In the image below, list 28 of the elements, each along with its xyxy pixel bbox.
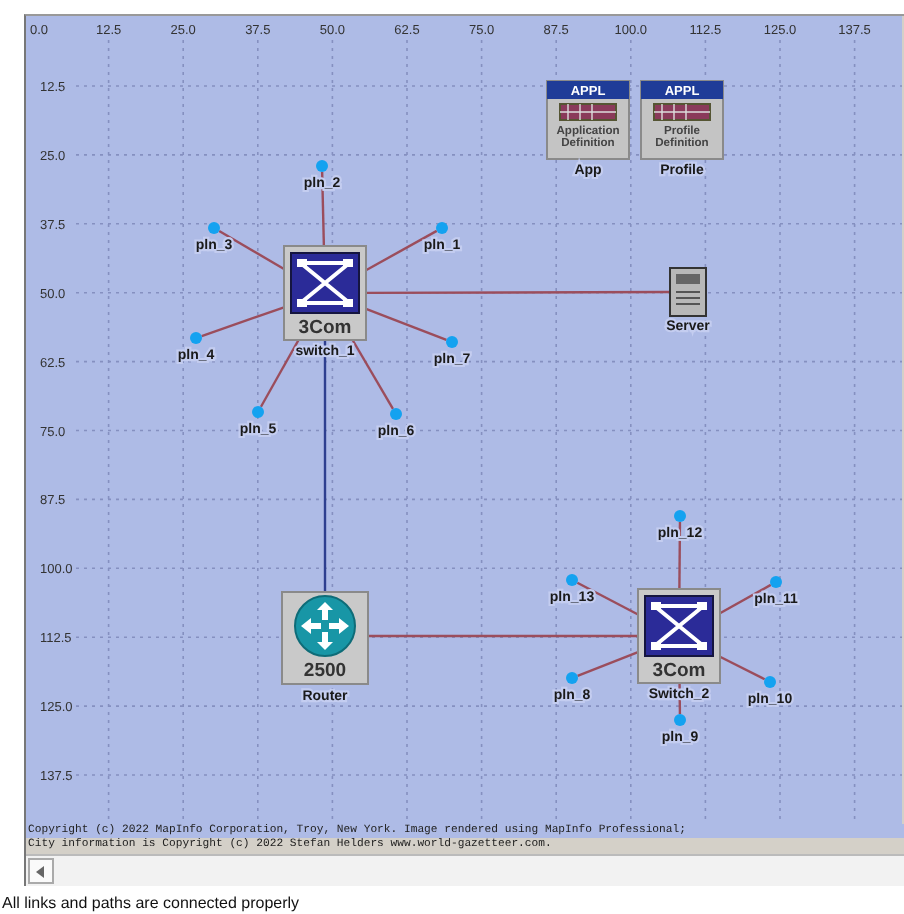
link-line — [577, 650, 639, 677]
endpoint-icon — [566, 672, 578, 684]
definition-node — [546, 80, 630, 160]
endpoint-icon — [674, 714, 686, 726]
definition-node — [640, 80, 724, 160]
left-arrow-icon — [36, 865, 46, 877]
endpoint-icon — [316, 160, 328, 172]
switch-icon — [283, 245, 367, 341]
endpoint-icon — [566, 574, 578, 586]
model-label: 2500 — [303, 660, 347, 682]
scroll-left-button[interactable] — [28, 858, 54, 884]
link-line — [678, 522, 682, 589]
router-icon — [281, 591, 369, 685]
endpoint-icon — [764, 676, 776, 688]
link-line — [719, 655, 766, 681]
endpoint-icon — [190, 332, 202, 344]
endpoint-icon — [390, 408, 402, 420]
endpoint-icon — [446, 336, 458, 348]
endpoint-icon — [770, 576, 782, 588]
endpoint-icon — [436, 222, 448, 234]
endpoint-icon — [252, 406, 264, 418]
server-icon — [669, 267, 707, 317]
brand-label: 3Com — [652, 660, 706, 682]
brand-label: 3Com — [298, 317, 352, 339]
endpoint-icon — [674, 510, 686, 522]
status-text: All links and paths are connected properly — [2, 894, 300, 912]
switch-icon — [637, 588, 721, 684]
endpoint-icon — [208, 222, 220, 234]
